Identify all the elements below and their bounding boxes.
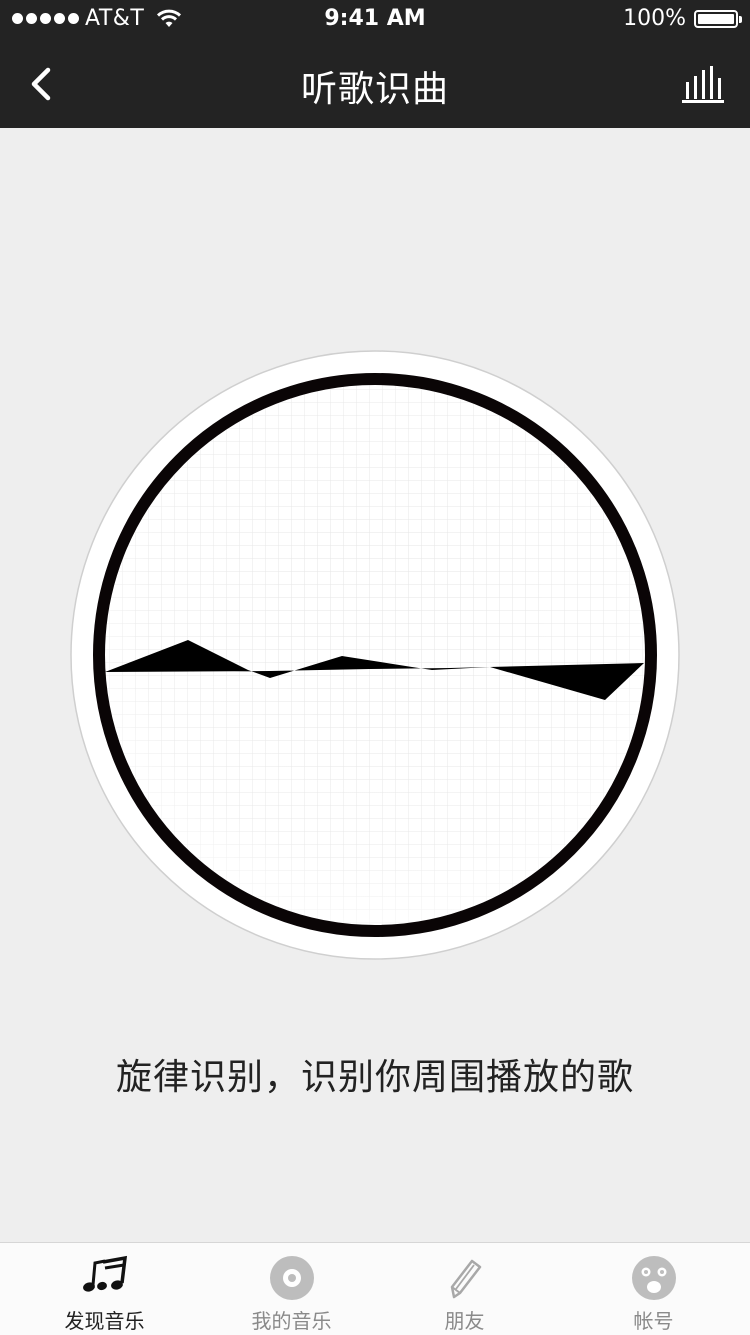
bar-chart-icon[interactable] — [682, 64, 724, 104]
tab-my-music[interactable]: 我的音乐 — [198, 1243, 385, 1335]
status-bar: AT&T 9:41 AM 100% — [0, 0, 750, 40]
waveform-disc-icon[interactable] — [70, 350, 680, 960]
battery-icon — [694, 9, 742, 28]
tab-friends[interactable]: 朋友 — [371, 1243, 558, 1335]
tab-label: 帐号 — [633, 1309, 674, 1333]
tab-label: 我的音乐 — [251, 1309, 332, 1333]
main-content: 旋律识别，识别你周围播放的歌 — [0, 128, 750, 1242]
tab-label: 朋友 — [444, 1309, 485, 1333]
music-note-icon — [82, 1255, 127, 1292]
tab-account[interactable]: 帐号 — [560, 1243, 747, 1335]
page-title: 听歌识曲 — [300, 69, 449, 110]
header: AT&T 9:41 AM 100% 听歌识曲 — [0, 0, 750, 128]
face-icon — [631, 1256, 676, 1300]
pencil-icon — [450, 1259, 481, 1299]
recognition-caption: 旋律识别，识别你周围播放的歌 — [115, 1057, 634, 1098]
tab-bar: 发现音乐 我的音乐 朋友 帐号 — [0, 1242, 750, 1335]
nav-bar: 听歌识曲 — [0, 40, 750, 128]
battery-percent: 100% — [623, 6, 686, 31]
disc-icon — [269, 1256, 314, 1300]
tab-label: 发现音乐 — [64, 1309, 145, 1333]
tab-discover-music[interactable]: 发现音乐 — [11, 1243, 198, 1335]
status-right: 100% — [623, 6, 742, 31]
